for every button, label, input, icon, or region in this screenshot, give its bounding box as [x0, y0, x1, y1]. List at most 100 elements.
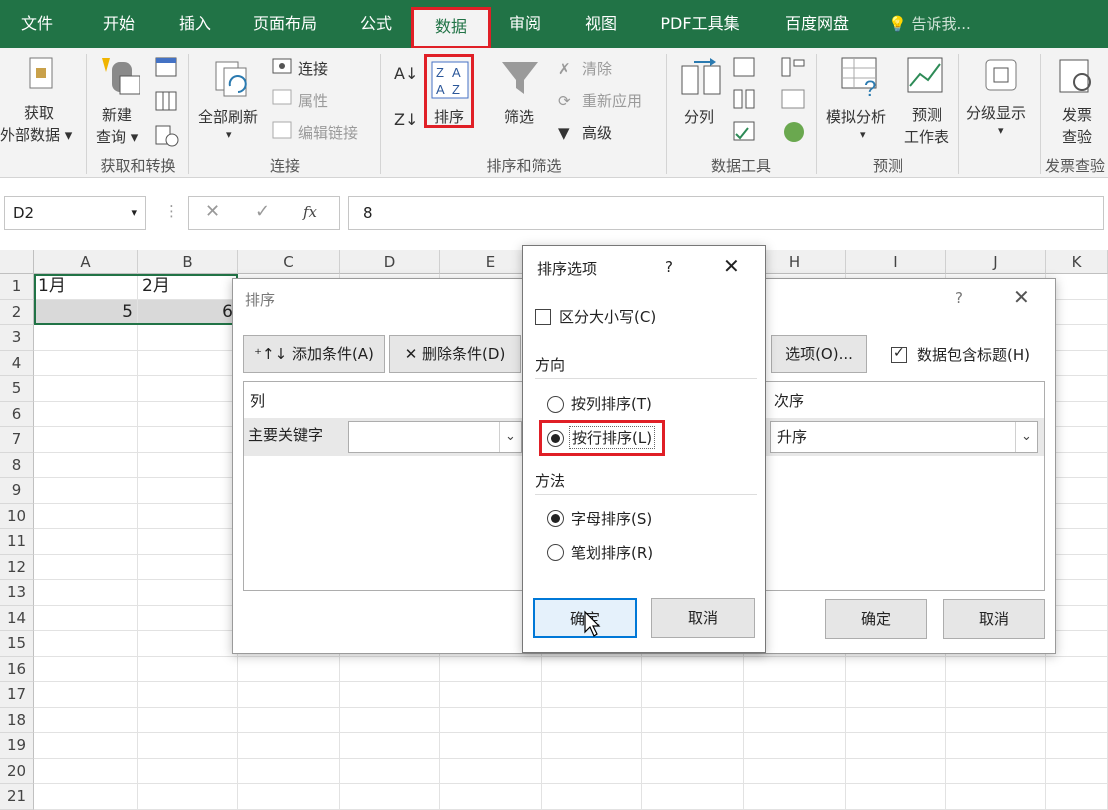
cell-k16[interactable]: [1046, 656, 1108, 682]
row-header-20[interactable]: 20: [0, 758, 34, 784]
close-icon[interactable]: ✕: [1013, 285, 1030, 309]
column-header-d[interactable]: D: [340, 250, 440, 274]
cell-i16[interactable]: [846, 656, 946, 682]
cell-d17[interactable]: [340, 682, 440, 708]
sort-az-icon[interactable]: A↓: [394, 64, 418, 83]
row-header-14[interactable]: 14: [0, 605, 34, 631]
get-data-label-2[interactable]: 外部数据 ▾: [0, 124, 72, 145]
cell-h17[interactable]: [744, 682, 846, 708]
cell-h19[interactable]: [744, 733, 846, 759]
cell-a15[interactable]: [34, 631, 138, 657]
has-headers-checkbox[interactable]: ✓: [891, 345, 907, 363]
refresh-dropdown-arrow[interactable]: ▾: [226, 128, 232, 141]
connections-button[interactable]: 连接: [298, 58, 328, 79]
cell-a1[interactable]: 1月: [34, 274, 138, 300]
tab-pdf-tools[interactable]: PDF工具集: [648, 0, 752, 48]
cell-a17[interactable]: [34, 682, 138, 708]
cell-b7[interactable]: [138, 427, 238, 453]
delete-level-button[interactable]: ✕ 删除条件(D): [389, 335, 521, 373]
cell-e16[interactable]: [440, 656, 542, 682]
cell-a3[interactable]: [34, 325, 138, 351]
cell-d18[interactable]: [340, 707, 440, 733]
row-header-15[interactable]: 15: [0, 631, 34, 657]
cell-j20[interactable]: [946, 758, 1046, 784]
tab-data[interactable]: 数据: [411, 7, 491, 49]
cell-b17[interactable]: [138, 682, 238, 708]
cell-g16[interactable]: [642, 656, 744, 682]
cell-a8[interactable]: [34, 452, 138, 478]
column-header-j[interactable]: J: [946, 250, 1046, 274]
invoice-check-label-2[interactable]: 查验: [1062, 126, 1092, 147]
what-if-button[interactable]: 模拟分析: [826, 106, 886, 127]
cell-b16[interactable]: [138, 656, 238, 682]
cell-b13[interactable]: [138, 580, 238, 606]
invoice-check-label-1[interactable]: 发票: [1062, 104, 1092, 125]
cell-b11[interactable]: [138, 529, 238, 555]
cell-b19[interactable]: [138, 733, 238, 759]
row-header-2[interactable]: 2: [0, 299, 34, 325]
clear-button[interactable]: 清除: [582, 58, 612, 79]
order-combo[interactable]: 升序 ⌄: [770, 421, 1038, 453]
sort-dialog-help-button[interactable]: ?: [955, 289, 963, 307]
row-header-7[interactable]: 7: [0, 427, 34, 453]
cell-c17[interactable]: [238, 682, 340, 708]
row-header-11[interactable]: 11: [0, 529, 34, 555]
select-all-corner[interactable]: [0, 250, 34, 274]
sort-za-icon[interactable]: Z↓: [394, 110, 418, 129]
sort-cancel-button[interactable]: 取消: [943, 599, 1045, 639]
reapply-button[interactable]: 重新应用: [582, 90, 642, 111]
cell-j17[interactable]: [946, 682, 1046, 708]
cell-f19[interactable]: [542, 733, 642, 759]
cell-b5[interactable]: [138, 376, 238, 402]
cell-f16[interactable]: [542, 656, 642, 682]
cell-g20[interactable]: [642, 758, 744, 784]
cell-k19[interactable]: [1046, 733, 1108, 759]
cell-b2[interactable]: 6: [138, 299, 238, 325]
cell-i19[interactable]: [846, 733, 946, 759]
cell-c18[interactable]: [238, 707, 340, 733]
tab-file[interactable]: 文件: [8, 0, 66, 48]
cell-b18[interactable]: [138, 707, 238, 733]
cell-j18[interactable]: [946, 707, 1046, 733]
cell-b1[interactable]: 2月: [138, 274, 238, 300]
tab-page-layout[interactable]: 页面布局: [240, 0, 330, 48]
filter-button[interactable]: 筛选: [504, 106, 534, 127]
outline-button[interactable]: 分级显示: [966, 102, 1026, 123]
cell-a4[interactable]: [34, 350, 138, 376]
row-header-8[interactable]: 8: [0, 452, 34, 478]
advanced-button[interactable]: 高级: [582, 122, 612, 143]
cell-f18[interactable]: [542, 707, 642, 733]
row-header-1[interactable]: 1: [0, 274, 34, 300]
sort-by-combo[interactable]: ⌄: [348, 421, 522, 453]
row-header-3[interactable]: 3: [0, 325, 34, 351]
properties-button[interactable]: 属性: [298, 90, 328, 111]
cell-j16[interactable]: [946, 656, 1046, 682]
column-header-b[interactable]: B: [138, 250, 238, 274]
cell-a19[interactable]: [34, 733, 138, 759]
row-header-17[interactable]: 17: [0, 682, 34, 708]
cell-e20[interactable]: [440, 758, 542, 784]
cell-k18[interactable]: [1046, 707, 1108, 733]
cell-a16[interactable]: [34, 656, 138, 682]
stroke-sort-radio[interactable]: [547, 544, 564, 561]
new-query-label-2[interactable]: 查询 ▾: [96, 126, 138, 147]
cell-d16[interactable]: [340, 656, 440, 682]
check-icon[interactable]: ✓: [255, 201, 270, 222]
cell-a18[interactable]: [34, 707, 138, 733]
cell-e19[interactable]: [440, 733, 542, 759]
options-help-button[interactable]: ?: [665, 258, 673, 276]
row-header-10[interactable]: 10: [0, 503, 34, 529]
row-header-19[interactable]: 19: [0, 733, 34, 759]
cell-b4[interactable]: [138, 350, 238, 376]
cancel-icon[interactable]: ✕: [205, 201, 220, 222]
case-sensitive-checkbox[interactable]: [535, 309, 551, 325]
outline-dropdown-arrow[interactable]: ▾: [998, 124, 1004, 137]
cell-d20[interactable]: [340, 758, 440, 784]
cell-a9[interactable]: [34, 478, 138, 504]
cell-b12[interactable]: [138, 554, 238, 580]
cell-d19[interactable]: [340, 733, 440, 759]
cell-b9[interactable]: [138, 478, 238, 504]
name-box[interactable]: D2 ▾: [4, 196, 146, 230]
tab-formulas[interactable]: 公式: [346, 0, 406, 48]
column-header-c[interactable]: C: [238, 250, 340, 274]
